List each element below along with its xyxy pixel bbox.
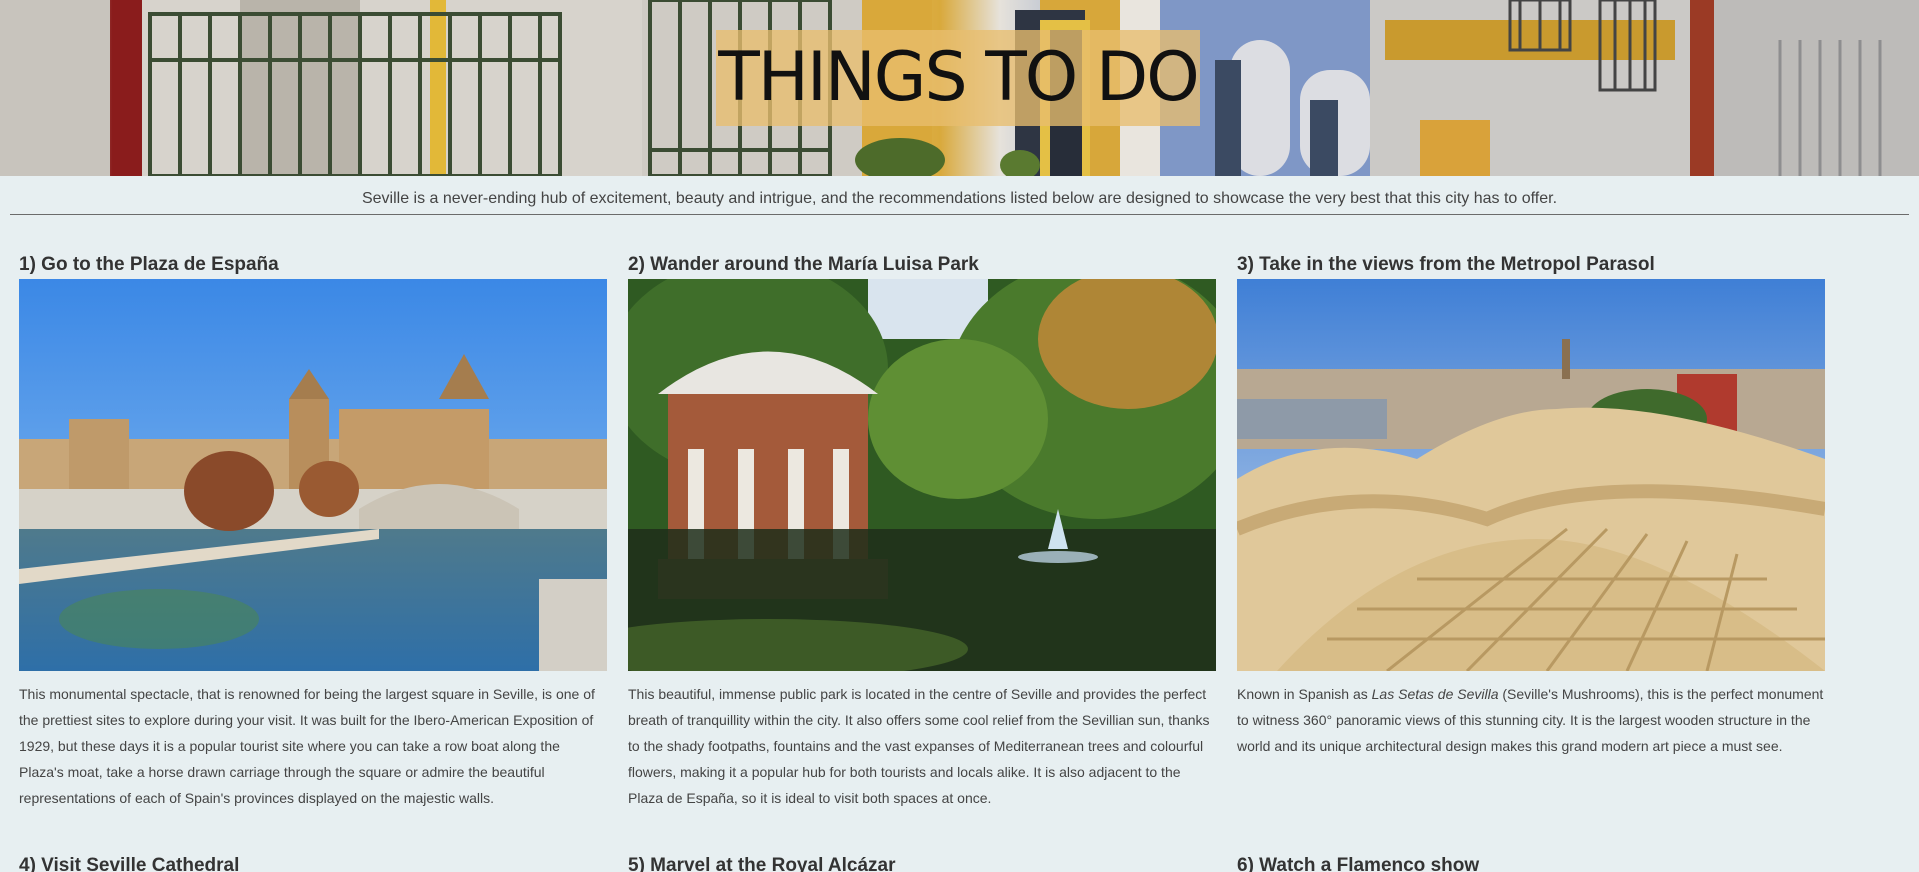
intro-text: Seville is a never-ending hub of excitem… <box>361 190 1558 207</box>
activity-title: 1) Go to the Plaza de España <box>19 254 279 275</box>
activity-card-plaza-de-espana: 1) Go to the Plaza de España This monume… <box>19 253 607 811</box>
activity-title: 5) Marvel at the Royal Alcázar <box>628 855 896 872</box>
activity-card-seville-cathedral: 4) Visit Seville Cathedral <box>19 854 607 872</box>
maria-luisa-park-photo <box>628 279 1216 671</box>
activity-description: Known in Spanish as Las Setas de Sevilla… <box>1237 681 1825 759</box>
metropol-parasol-photo <box>1237 279 1825 671</box>
activity-card-maria-luisa-park: 2) Wander around the María Luisa Park Th… <box>628 253 1216 811</box>
activity-card-flamenco-show: 6) Watch a Flamenco show <box>1237 854 1825 872</box>
description-italic-text: Las Setas de Sevilla <box>1371 686 1499 702</box>
divider <box>10 214 1909 215</box>
activity-title: 6) Watch a Flamenco show <box>1237 855 1480 872</box>
plaza-de-espana-photo <box>19 279 607 671</box>
activity-card-metropol-parasol: 3) Take in the views from the Metropol P… <box>1237 253 1825 759</box>
activity-description: This beautiful, immense public park is l… <box>628 686 1210 806</box>
activity-title: 2) Wander around the María Luisa Park <box>628 254 979 275</box>
activity-title: 4) Visit Seville Cathedral <box>19 855 240 872</box>
activity-description: This monumental spectacle, that is renow… <box>19 686 595 806</box>
activity-card-royal-alcazar: 5) Marvel at the Royal Alcázar <box>628 854 1216 872</box>
description-text: Known in Spanish as <box>1237 686 1372 702</box>
page-title: THINGS TO DO <box>718 38 1200 117</box>
activity-title: 3) Take in the views from the Metropol P… <box>1237 254 1655 275</box>
